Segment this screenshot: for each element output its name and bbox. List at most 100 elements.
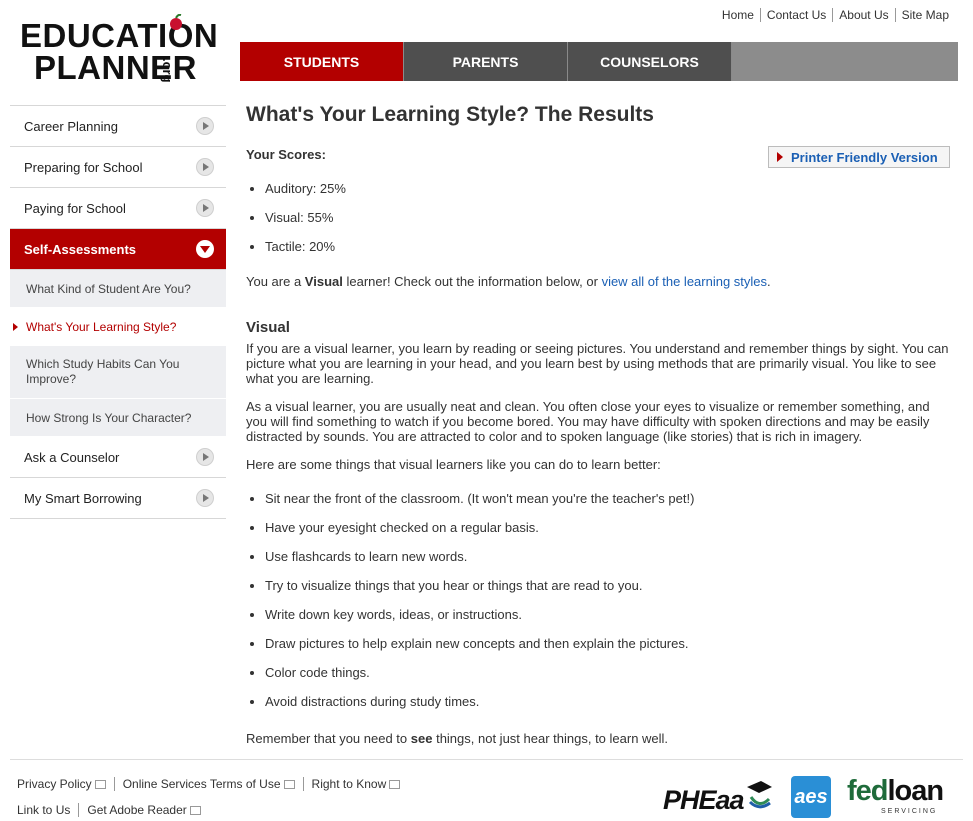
terms-of-use-link[interactable]: Online Services Terms of Use [113, 777, 303, 791]
site-map-link[interactable]: Site Map [894, 8, 955, 22]
utility-links: Home Contact Us About Us Site Map [716, 8, 955, 22]
fedloan-logo[interactable]: fedloan SERVICING [847, 775, 953, 819]
main-navigation: STUDENTS PARENTS COUNSELORS [240, 42, 958, 81]
closing-end: things, not just hear things, to learn w… [432, 731, 669, 746]
closing-bold: see [410, 731, 433, 746]
external-link-icon [283, 780, 295, 790]
tab-counselors[interactable]: COUNSELORS [568, 42, 732, 81]
tab-students[interactable]: STUDENTS [240, 42, 404, 81]
footer-divider [10, 759, 963, 760]
external-link-icon [389, 780, 401, 790]
privacy-policy-label: Privacy Policy [17, 777, 92, 791]
sidebar-subitem-label: How Strong Is Your Character? [26, 410, 192, 425]
list-item: Write down key words, ideas, or instruct… [265, 600, 694, 629]
sidebar-subitem-character[interactable]: How Strong Is Your Character? [10, 399, 226, 437]
nav-filler [732, 42, 958, 81]
sidebar-item-label: Preparing for School [24, 159, 143, 175]
chevron-right-icon [196, 117, 214, 135]
sidebar-item-preparing-for-school[interactable]: Preparing for School [10, 147, 226, 188]
pheaa-logo[interactable]: PHEaa [663, 777, 775, 817]
sidebar-subitem-study-habits[interactable]: Which Study Habits Can You Improve? [10, 346, 226, 399]
apple-icon [170, 14, 182, 30]
list-item: Color code things. [265, 658, 694, 687]
sidebar-subitem-kind-of-student[interactable]: What Kind of Student Are You? [10, 270, 226, 308]
play-arrow-icon [777, 152, 783, 162]
sidebar-subitem-label: What Kind of Student Are You? [26, 281, 191, 296]
fedloan-fed: fed [847, 775, 888, 807]
list-item: Use flashcards to learn new words. [265, 542, 694, 571]
page-title: What's Your Learning Style? The Results [246, 103, 654, 126]
terms-of-use-label: Online Services Terms of Use [122, 777, 281, 791]
get-adobe-reader-link[interactable]: Get Adobe Reader [78, 803, 209, 817]
sidebar-item-label: Ask a Counselor [24, 449, 120, 465]
link-to-us-link[interactable]: Link to Us [17, 803, 78, 817]
chevron-right-icon [196, 199, 214, 217]
sidebar-item-label: Paying for School [24, 200, 126, 216]
logo-org-suffix: .org [160, 58, 175, 83]
section-title: Visual [246, 319, 290, 336]
footer-links-row-2: Link to Us Get Adobe Reader [17, 803, 209, 817]
aes-logo[interactable]: aes [791, 776, 831, 818]
sidebar-subitem-label: What's Your Learning Style? [26, 319, 177, 334]
learner-result-text: You are a Visual learner! Check out the … [246, 274, 771, 289]
sidebar-item-career-planning[interactable]: Career Planning [10, 105, 226, 147]
right-to-know-label: Right to Know [311, 777, 387, 791]
sidebar-subitem-label: Which Study Habits Can You Improve? [26, 357, 180, 386]
learner-mid: learner! Check out the information below… [342, 274, 602, 289]
list-item: Have your eyesight checked on a regular … [265, 513, 694, 542]
sidebar-item-paying-for-school[interactable]: Paying for School [10, 188, 226, 229]
paragraph-2: As a visual learner, you are usually nea… [246, 399, 930, 444]
contact-us-link[interactable]: Contact Us [759, 8, 833, 22]
learner-prefix: You are a [246, 274, 305, 289]
closing-prefix: Remember that you need to [246, 731, 411, 746]
list-item: Visual: 55% [265, 203, 346, 232]
education-planner-logo[interactable]: EDUCATION PLANNER .org [20, 14, 220, 89]
partner-logos: PHEaa aes fedloan SERVICING [663, 775, 953, 819]
scores-list: Auditory: 25% Visual: 55% Tactile: 20% [246, 174, 346, 261]
sidebar-item-my-smart-borrowing[interactable]: My Smart Borrowing [10, 478, 226, 519]
sidebar: Career Planning Preparing for School Pay… [10, 105, 226, 519]
chevron-right-icon [196, 158, 214, 176]
external-link-icon [189, 806, 201, 816]
sidebar-item-label: Career Planning [24, 118, 118, 134]
list-item: Auditory: 25% [265, 174, 346, 203]
list-item: Sit near the front of the classroom. (It… [265, 484, 694, 513]
learner-type: Visual [304, 274, 343, 289]
scores-label: Your Scores: [246, 147, 326, 162]
list-item: Tactile: 20% [265, 232, 346, 261]
printer-friendly-label: Printer Friendly Version [791, 149, 938, 165]
logo-line-1: EDUCATION [20, 17, 219, 54]
footer-links-row-1: Privacy Policy Online Services Terms of U… [17, 777, 409, 791]
sidebar-item-label: Self-Assessments [24, 241, 136, 257]
list-item: Draw pictures to help explain new concep… [265, 629, 694, 658]
home-link[interactable]: Home [716, 8, 760, 22]
sidebar-item-ask-a-counselor[interactable]: Ask a Counselor [10, 437, 226, 478]
fedloan-servicing-text: SERVICING [881, 808, 938, 815]
pheaa-logo-text: PHEaa [663, 785, 745, 815]
sidebar-item-label: My Smart Borrowing [24, 490, 142, 506]
link-to-us-label: Link to Us [17, 803, 71, 817]
sidebar-item-self-assessments[interactable]: Self-Assessments [10, 229, 226, 270]
closing-text: Remember that you need to see things, no… [246, 731, 668, 746]
paragraph-1: If you are a visual learner, you learn b… [246, 341, 949, 386]
tips-list: Sit near the front of the classroom. (It… [246, 484, 694, 716]
paragraph-3: Here are some things that visual learner… [246, 457, 661, 472]
view-all-learning-styles-link[interactable]: view all of the learning styles [602, 274, 767, 289]
chevron-down-icon [196, 240, 214, 258]
printer-friendly-button[interactable]: Printer Friendly Version [768, 146, 950, 168]
external-link-icon [94, 780, 106, 790]
fedloan-logo-text: fedloan [847, 775, 944, 808]
graduation-cap-icon [747, 781, 772, 809]
about-us-link[interactable]: About Us [832, 8, 895, 22]
tab-parents[interactable]: PARENTS [404, 42, 568, 81]
list-item: Try to visualize things that you hear or… [265, 571, 694, 600]
chevron-right-icon [196, 489, 214, 507]
right-to-know-link[interactable]: Right to Know [302, 777, 409, 791]
chevron-right-icon [196, 448, 214, 466]
sidebar-subitem-learning-style[interactable]: What's Your Learning Style? [10, 308, 226, 346]
aes-logo-text: aes [794, 785, 828, 808]
get-adobe-reader-label: Get Adobe Reader [87, 803, 187, 817]
privacy-policy-link[interactable]: Privacy Policy [17, 777, 114, 791]
list-item: Avoid distractions during study times. [265, 687, 694, 716]
learner-end: . [767, 274, 771, 289]
